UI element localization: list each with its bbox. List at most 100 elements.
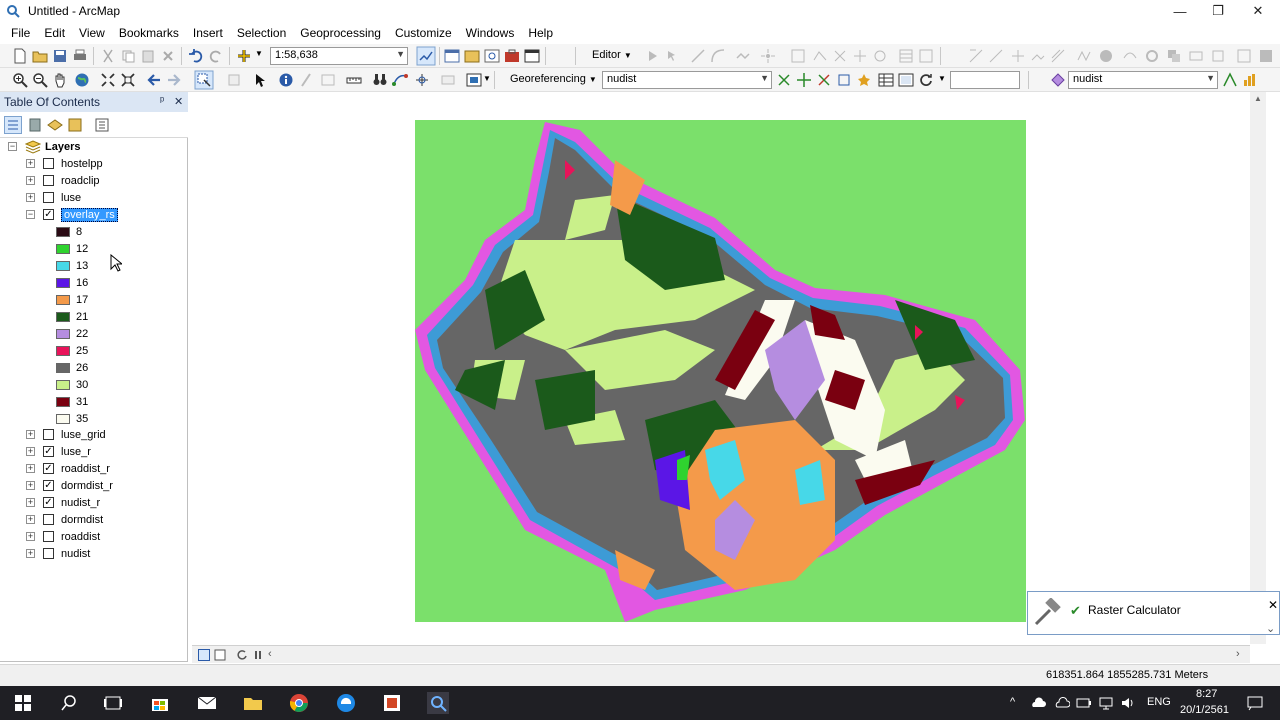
layer-row-roaddist-r[interactable]: + ✓ roaddist_r (26, 460, 110, 477)
catalog-window-icon[interactable] (464, 48, 480, 64)
attributes-icon[interactable] (898, 48, 914, 64)
construct-points-icon[interactable] (1030, 48, 1046, 64)
minimize-button[interactable]: — (1160, 0, 1200, 22)
clear-selection-icon[interactable] (226, 72, 242, 88)
menu-selection[interactable]: Selection (230, 26, 293, 40)
shift-raster-icon[interactable] (796, 72, 812, 88)
python-window-icon[interactable] (524, 48, 540, 64)
scale-raster-icon[interactable] (836, 72, 852, 88)
cloud-icon[interactable] (1054, 696, 1070, 710)
print-icon[interactable] (72, 48, 88, 64)
legend-item[interactable]: 35 (56, 410, 88, 427)
reshape-icon[interactable] (812, 48, 828, 64)
layers-root[interactable]: − Layers (8, 138, 80, 155)
menu-help[interactable]: Help (521, 26, 560, 40)
scroll-up-icon[interactable]: ▲ (1254, 94, 1262, 103)
layer-row-overlay-rs[interactable]: − ✓ overlay_rs (26, 206, 118, 223)
store-icon[interactable] (149, 692, 171, 714)
show-hidden-icons-icon[interactable]: ^ (1010, 696, 1015, 708)
clock-date[interactable]: 20/1/2561 (1180, 704, 1229, 716)
scroll-left-icon[interactable]: ‹ (268, 648, 272, 660)
legend-swatch[interactable] (56, 396, 70, 407)
time-slider-icon[interactable] (440, 72, 456, 88)
save-icon[interactable] (52, 48, 68, 64)
select-features-icon[interactable] (194, 70, 214, 90)
paste-icon[interactable] (140, 48, 156, 64)
expand-icon[interactable]: + (26, 464, 35, 473)
battery-icon[interactable] (1076, 696, 1092, 710)
legend-item[interactable]: 31 (56, 393, 88, 410)
legend-swatch[interactable] (56, 260, 70, 271)
clock-time[interactable]: 8:27 (1196, 688, 1217, 700)
end-point-arc-icon[interactable] (710, 48, 726, 64)
rotation-angle-input[interactable] (950, 71, 1020, 89)
topology-icon[interactable] (968, 48, 984, 64)
legend-item[interactable]: 21 (56, 308, 88, 325)
editor-toolbar-icon[interactable] (416, 46, 436, 66)
rotate-icon[interactable] (872, 48, 888, 64)
expand-icon[interactable]: + (26, 176, 35, 185)
onedrive-icon[interactable] (1030, 696, 1046, 710)
point-icon[interactable] (760, 48, 776, 64)
legend-item[interactable]: 30 (56, 376, 88, 393)
expand-icon[interactable]: + (26, 193, 35, 202)
legend-swatch[interactable] (56, 413, 70, 424)
fixed-zoom-out-icon[interactable] (120, 72, 136, 88)
layer-visibility-checkbox[interactable]: ✓ (43, 446, 54, 457)
legend-item[interactable]: 26 (56, 359, 88, 376)
trace-icon[interactable] (735, 48, 751, 64)
go-to-xy-icon[interactable] (414, 72, 430, 88)
delete-icon[interactable] (160, 48, 176, 64)
redo-icon[interactable] (208, 48, 224, 64)
full-extent-globe-icon[interactable] (74, 72, 90, 88)
cut-icon[interactable] (100, 48, 116, 64)
buffer-icon[interactable] (1144, 48, 1160, 64)
notifications-icon[interactable] (1246, 695, 1264, 711)
parallel-icon[interactable] (1050, 48, 1066, 64)
layout-view-icon[interactable] (214, 649, 226, 661)
copy-parallel-icon[interactable] (1188, 48, 1204, 64)
viewer-icon[interactable] (898, 72, 914, 88)
layer-row-luse[interactable]: + luse (26, 189, 81, 206)
histogram-tool-icon[interactable] (1222, 72, 1238, 88)
menu-view[interactable]: View (72, 26, 112, 40)
chevron-down-icon[interactable]: ▼ (938, 74, 946, 83)
geometric-network-icon[interactable] (1098, 48, 1114, 64)
editor-window-icon[interactable] (1236, 48, 1252, 64)
raster-calculator-notification[interactable]: ········· ✔ Raster Calculator ✕ ⌄ (1027, 586, 1280, 635)
collapse-icon[interactable]: − (26, 210, 35, 219)
expand-icon[interactable]: + (26, 447, 35, 456)
file-explorer-icon[interactable] (242, 692, 264, 714)
hyperlink-icon[interactable] (298, 72, 314, 88)
bar-chart-icon[interactable] (1242, 72, 1258, 88)
link-table-icon[interactable] (878, 72, 894, 88)
find-binoculars-icon[interactable] (372, 72, 388, 88)
split-tool-icon[interactable] (852, 48, 868, 64)
menu-insert[interactable]: Insert (186, 26, 230, 40)
legend-item[interactable]: 17 (56, 291, 88, 308)
overlay-raster-map[interactable] (415, 120, 1026, 622)
sketch-properties-icon[interactable] (918, 48, 934, 64)
add-data-dropdown-icon[interactable]: ▼ (255, 49, 263, 58)
close-icon[interactable]: ✕ (174, 95, 183, 108)
menu-edit[interactable]: Edit (37, 26, 72, 40)
toc-window-icon[interactable] (444, 48, 460, 64)
cut-polygons-icon[interactable] (832, 48, 848, 64)
layer-visibility-checkbox[interactable] (43, 514, 54, 525)
layer-row-nudist-r[interactable]: + ✓ nudist_r (26, 494, 100, 511)
expand-icon[interactable]: + (26, 159, 35, 168)
legend-item[interactable]: 13 (56, 257, 88, 274)
layer-visibility-checkbox[interactable] (43, 548, 54, 559)
pause-drawing-icon[interactable] (252, 649, 264, 661)
layer-visibility-checkbox[interactable] (43, 429, 54, 440)
html-popup-icon[interactable] (320, 72, 336, 88)
zoom-out-icon[interactable] (32, 72, 48, 88)
add-data-icon[interactable] (236, 48, 252, 64)
legend-swatch[interactable] (56, 362, 70, 373)
map-scale-combo[interactable]: 1:58,638 ▼ (270, 47, 408, 65)
find-route-icon[interactable] (392, 72, 408, 88)
straight-segment-icon[interactable] (690, 48, 706, 64)
layer-row-roadclip[interactable]: + roadclip (26, 172, 100, 189)
collapse-icon[interactable]: − (8, 142, 17, 151)
chevron-down-icon[interactable]: ▼ (483, 74, 491, 83)
